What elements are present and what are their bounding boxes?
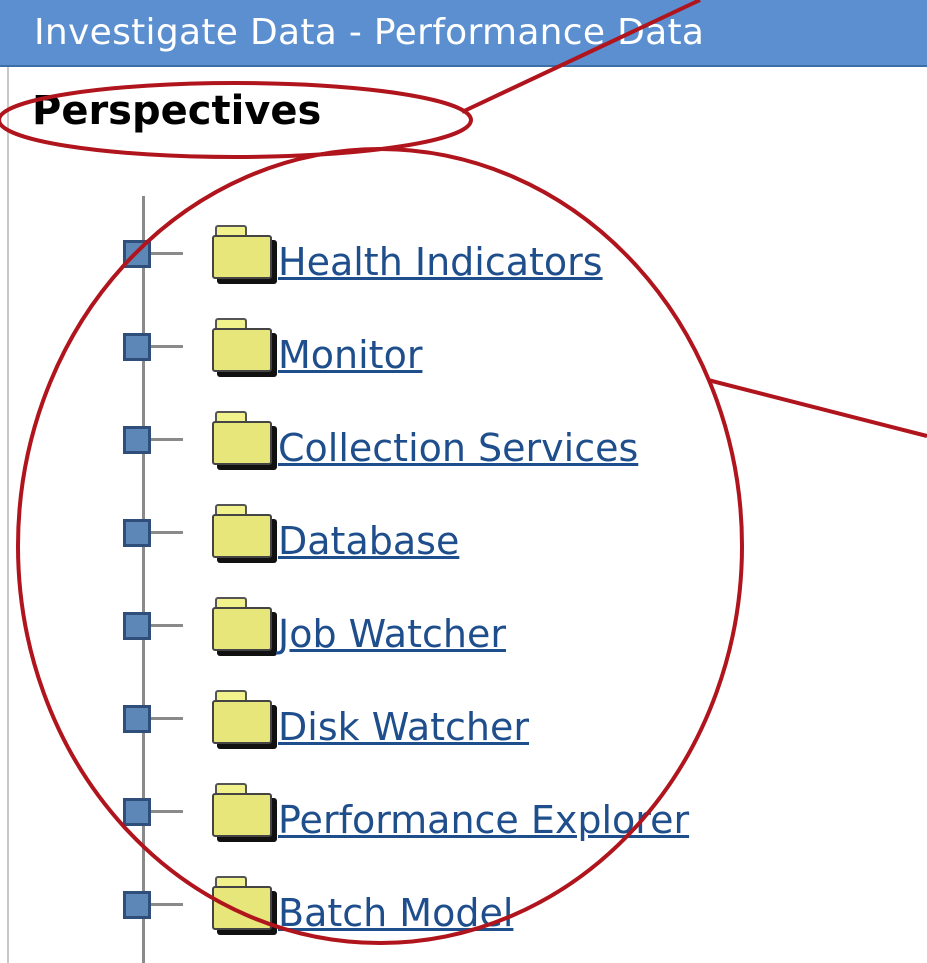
tree-link-health-indicators[interactable]: Health Indicators xyxy=(278,240,603,284)
tree-item-performance-explorer[interactable]: Performance Explorer xyxy=(0,780,927,860)
tree-item-batch-model[interactable]: Batch Model xyxy=(0,873,927,953)
folder-icon xyxy=(212,225,276,285)
tree-connector xyxy=(151,903,183,906)
expand-collapse-icon[interactable] xyxy=(123,240,151,268)
perspectives-heading: Perspectives xyxy=(32,88,322,134)
tree-link-performance-explorer[interactable]: Performance Explorer xyxy=(278,798,689,842)
tree-link-collection-services[interactable]: Collection Services xyxy=(278,426,638,470)
tree-link-job-watcher[interactable]: Job Watcher xyxy=(278,612,506,656)
tree-item-database[interactable]: Database xyxy=(0,501,927,581)
folder-icon xyxy=(212,783,276,843)
folder-icon xyxy=(212,597,276,657)
folder-icon xyxy=(212,504,276,564)
tree-connector xyxy=(151,531,183,534)
tree-connector xyxy=(151,624,183,627)
expand-collapse-icon[interactable] xyxy=(123,705,151,733)
tree-link-batch-model[interactable]: Batch Model xyxy=(278,891,513,935)
folder-icon xyxy=(212,318,276,378)
expand-collapse-icon[interactable] xyxy=(123,612,151,640)
expand-collapse-icon[interactable] xyxy=(123,426,151,454)
tree-item-disk-watcher[interactable]: Disk Watcher xyxy=(0,687,927,767)
folder-icon xyxy=(212,411,276,471)
tree-link-monitor[interactable]: Monitor xyxy=(278,333,422,377)
tree-connector xyxy=(151,810,183,813)
folder-icon xyxy=(212,690,276,750)
tree-item-collection-services[interactable]: Collection Services xyxy=(0,408,927,488)
tree-item-health-indicators[interactable]: Health Indicators xyxy=(0,222,927,302)
tree-connector xyxy=(151,717,183,720)
expand-collapse-icon[interactable] xyxy=(123,333,151,361)
expand-collapse-icon[interactable] xyxy=(123,891,151,919)
tree-item-job-watcher[interactable]: Job Watcher xyxy=(0,594,927,674)
folder-icon xyxy=(212,876,276,936)
expand-collapse-icon[interactable] xyxy=(123,798,151,826)
window-title: Investigate Data - Performance Data xyxy=(34,12,705,53)
tree-connector xyxy=(151,252,183,255)
tree-link-database[interactable]: Database xyxy=(278,519,459,563)
tree-link-disk-watcher[interactable]: Disk Watcher xyxy=(278,705,529,749)
tree-connector xyxy=(151,438,183,441)
tree-connector xyxy=(151,345,183,348)
tree-item-monitor[interactable]: Monitor xyxy=(0,315,927,395)
expand-collapse-icon[interactable] xyxy=(123,519,151,547)
window-title-bar: Investigate Data - Performance Data xyxy=(0,0,927,67)
